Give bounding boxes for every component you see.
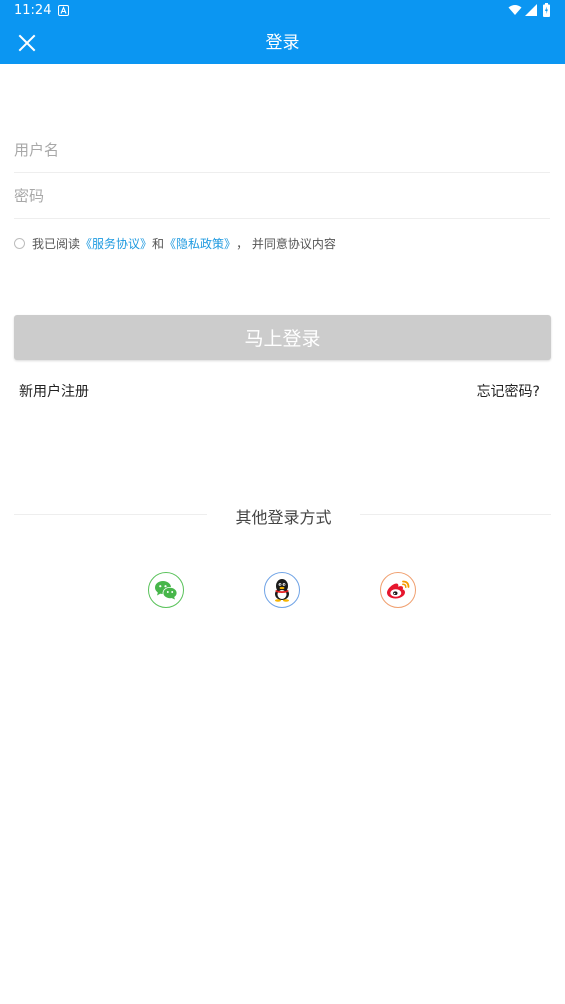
app-a-icon <box>58 5 69 16</box>
username-field <box>14 127 550 173</box>
agreement-radio[interactable] <box>14 237 25 249</box>
weibo-login-button[interactable] <box>380 572 416 608</box>
status-bar: 11:24 <box>0 0 565 24</box>
page-title: 登录 <box>265 33 300 53</box>
weibo-icon <box>387 580 410 599</box>
password-field <box>14 173 550 219</box>
divider-left <box>14 514 207 515</box>
agreement-and: 和 <box>152 236 165 251</box>
qq-login-button[interactable] <box>264 572 300 608</box>
forgot-password-link[interactable]: 忘记密码? <box>477 381 540 401</box>
username-input[interactable] <box>14 127 550 172</box>
wifi-icon <box>508 5 522 15</box>
privacy-link[interactable]: 《隐私政策》 <box>164 235 236 252</box>
agreement-suffix: ， 并同意协议内容 <box>236 236 336 251</box>
wechat-login-button[interactable] <box>148 572 184 608</box>
terms-link[interactable]: 《服务协议》 <box>80 235 152 252</box>
agreement-row: 我已阅读 《服务协议》 和 《隐私政策》 ， 并同意协议内容 <box>14 233 336 253</box>
register-link[interactable]: 新用户注册 <box>19 381 89 401</box>
divider-right <box>360 514 551 515</box>
signal-icon <box>525 4 537 16</box>
password-input[interactable] <box>14 173 550 218</box>
agreement-prefix: 我已阅读 <box>32 236 81 251</box>
wechat-icon <box>155 581 178 600</box>
other-login-title: 其他登录方式 <box>235 508 332 527</box>
qq-icon <box>275 579 289 602</box>
status-time: 11:24 <box>14 3 52 18</box>
app-header: 11:24 登录 <box>0 0 565 64</box>
login-button[interactable]: 马上登录 <box>14 315 551 360</box>
battery-icon <box>543 3 550 17</box>
